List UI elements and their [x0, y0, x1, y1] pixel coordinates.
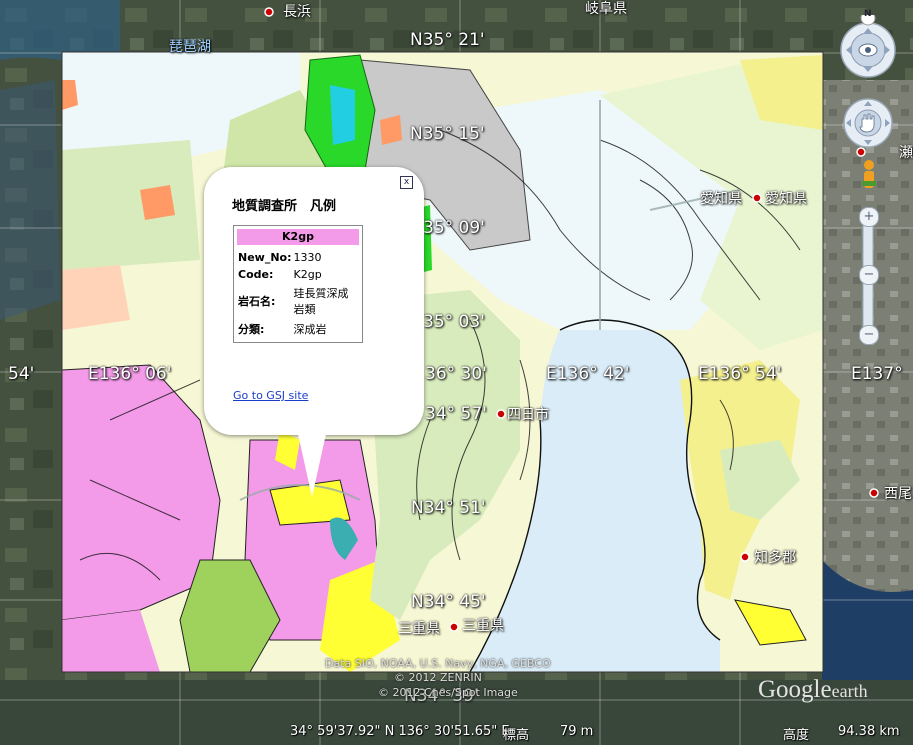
legend-row: 岩石名: 珪長質深成岩類 — [237, 283, 359, 319]
info-balloon: 地質調査所 凡例 x K2gp New_No: 1330 Code: K2gp 岩石… — [204, 167, 424, 435]
logo-earth: earth — [831, 681, 868, 701]
zoom-out-button[interactable]: − — [859, 325, 879, 345]
elevation-value: 79 m — [560, 724, 594, 739]
legend-value: 深成岩 — [293, 323, 327, 336]
legend-table: K2gp New_No: 1330 Code: K2gp 岩石名: 珪長質深成岩類 分… — [233, 225, 363, 343]
cursor-coordinates: 34° 59'37.92" N 136° 30'51.65" E — [290, 724, 510, 739]
legend-header: K2gp — [237, 229, 359, 245]
legend-key: Code: — [238, 268, 274, 281]
altitude-value: 94.38 km — [838, 724, 900, 739]
logo-google: Google — [758, 676, 832, 703]
north-letter: N — [864, 9, 872, 19]
move-hand-control[interactable] — [843, 98, 893, 148]
navigation-controls: N + − − — [840, 9, 900, 349]
cnes-credit: © 2012 Cnes/Spot Image — [378, 686, 518, 699]
legend-value: 1330 — [293, 251, 322, 264]
place-markers — [264, 7, 879, 632]
balloon-title: 地質調査所 凡例 — [232, 199, 337, 214]
zenrin-credit: © 2012 ZENRIN — [394, 671, 482, 684]
data-credit: Data SIO, NOAA, U.S. Navy, NGA, GEBCO — [325, 657, 551, 670]
altitude-label: 高度 — [783, 728, 810, 743]
legend-value: K2gp — [293, 268, 322, 281]
balloon-tail — [298, 434, 326, 497]
elevation-label: 標高 — [503, 728, 530, 743]
legend-key: 分類: — [238, 323, 265, 336]
legend-row: New_No: 1330 — [237, 249, 359, 266]
balloon-close-button[interactable]: x — [400, 176, 413, 189]
look-compass[interactable] — [840, 22, 896, 78]
legend-key: 岩石名: — [238, 295, 276, 308]
zoom-level-thumb[interactable]: − — [859, 265, 879, 285]
google-earth-logo: Googleearth — [758, 676, 868, 704]
zoom-in-button[interactable]: + — [859, 207, 879, 227]
legend-row: 分類: 深成岩 — [237, 319, 359, 339]
gsj-site-link[interactable]: Go to GSJ site — [233, 389, 308, 402]
legend-row: Code: K2gp — [237, 266, 359, 283]
legend-value: 珪長質深成岩類 — [293, 287, 349, 316]
legend-key: New_No: — [238, 251, 292, 264]
street-view-pegman-icon[interactable] — [862, 160, 876, 188]
